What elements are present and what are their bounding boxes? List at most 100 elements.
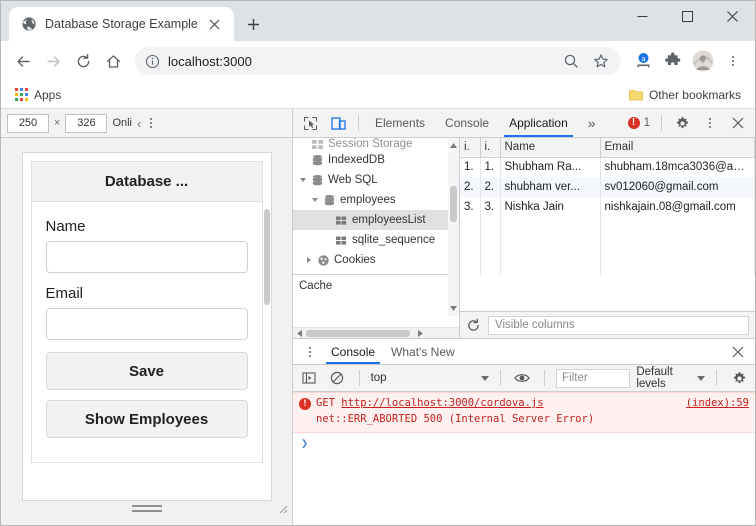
expander-open-icon[interactable]	[297, 178, 309, 182]
refresh-icon[interactable]	[466, 318, 481, 333]
device-options-menu[interactable]	[146, 118, 156, 128]
viewport-resize-handle[interactable]	[131, 505, 162, 512]
other-bookmarks-folder[interactable]: Other bookmarks	[623, 86, 747, 104]
column-header-id2[interactable]: i.	[480, 138, 501, 158]
drawer-menu-icon[interactable]	[297, 340, 323, 364]
console-sidebar-icon[interactable]	[298, 366, 320, 390]
tree-label: Cookies	[334, 254, 376, 266]
maximize-button[interactable]	[665, 1, 710, 31]
search-zoom-icon[interactable]	[557, 47, 585, 75]
browser-tab[interactable]: Database Storage Example	[9, 7, 234, 41]
cache-section-header[interactable]: Cache	[293, 275, 459, 297]
apps-shortcut[interactable]: Apps	[9, 86, 67, 104]
window-controls	[620, 1, 755, 41]
tab-close-icon[interactable]	[206, 15, 224, 33]
forward-icon[interactable]	[39, 47, 67, 75]
back-icon[interactable]	[9, 47, 37, 75]
console-prompt[interactable]: ❯	[293, 433, 755, 453]
gear-icon[interactable]	[669, 111, 695, 135]
column-header-name[interactable]: Name	[500, 138, 601, 158]
console-settings-gear-icon[interactable]	[728, 366, 750, 390]
browser-toolbar: localhost:3000 a	[1, 41, 755, 81]
console-messages: ! GET http://localhost:3000/cordova.js (…	[293, 392, 755, 525]
live-expression-eye-icon[interactable]	[511, 366, 533, 390]
table-row[interactable]: 1. 1. Shubham Ra... shubham.18mca3036@ab…	[460, 157, 755, 177]
database-icon	[309, 154, 325, 167]
reload-icon[interactable]	[69, 47, 97, 75]
show-employees-button[interactable]: Show Employees	[45, 400, 248, 438]
execution-context-select[interactable]: top	[371, 372, 489, 384]
save-button[interactable]: Save	[45, 352, 248, 390]
expander-closed-icon[interactable]	[303, 257, 315, 263]
request-url-link[interactable]: http://localhost:3000/cordova.js	[341, 397, 543, 409]
device-toolbar: 250 × 326 Onli ‹	[1, 109, 292, 138]
devtools-more-menu[interactable]	[697, 111, 723, 135]
source-location-link[interactable]: (index):59	[686, 396, 749, 412]
tab-elements[interactable]: Elements	[366, 109, 434, 137]
tab-title: Database Storage Example	[45, 17, 198, 31]
sidebar-horizontal-scrollbar[interactable]	[293, 327, 459, 338]
error-count-badge[interactable]: ! 1	[624, 117, 654, 129]
data-grid-toolbar: Visible columns	[460, 311, 755, 338]
info-circle-icon[interactable]	[145, 54, 160, 69]
scroll-thumb[interactable]	[450, 186, 457, 222]
minimize-button[interactable]	[620, 1, 665, 31]
drawer-tab-whats-new[interactable]: What's New	[383, 339, 463, 364]
name-input[interactable]	[45, 241, 248, 273]
console-error-message[interactable]: ! GET http://localhost:3000/cordova.js (…	[293, 392, 755, 433]
tree-item-session-storage[interactable]: Session Storage	[293, 138, 459, 150]
employees-table: i. i. Name Email 1. 1. Shubham Ra... shu…	[460, 138, 755, 275]
tab-application[interactable]: Application	[500, 109, 577, 137]
device-height-input[interactable]: 326	[65, 113, 108, 133]
drawer-close-icon[interactable]	[725, 340, 751, 364]
email-input[interactable]	[45, 308, 248, 340]
home-icon[interactable]	[99, 47, 127, 75]
storage-data-pane: i. i. Name Email 1. 1. Shubham Ra... shu…	[460, 138, 755, 338]
globe-icon	[21, 16, 37, 32]
close-window-button[interactable]	[710, 1, 755, 31]
tabs-overflow-button[interactable]: »	[579, 109, 605, 137]
address-bar[interactable]: localhost:3000	[135, 47, 621, 75]
table-row[interactable]: 3. 3. Nishka Jain nishkajain.08@gmail.co…	[460, 197, 755, 217]
tree-item-cookies[interactable]: Cookies	[293, 250, 459, 270]
throttling-select[interactable]: Onli	[112, 117, 132, 129]
tree-item-employees[interactable]: employees	[293, 190, 459, 210]
device-toolbar-icon[interactable]	[325, 111, 351, 135]
visible-columns-input[interactable]: Visible columns	[488, 315, 749, 335]
device-stage: Database ... Name Email Save Show Employ…	[1, 138, 292, 525]
chevron-left-icon[interactable]: ‹	[137, 116, 141, 131]
corner-resize-icon[interactable]	[277, 503, 288, 514]
device-emulation-pane: 250 × 326 Onli ‹ Database ... Name Email…	[1, 109, 293, 525]
avatar[interactable]	[689, 47, 717, 75]
devtools-close-icon[interactable]	[725, 111, 751, 135]
column-header-email[interactable]: Email	[600, 138, 755, 158]
device-width-input[interactable]: 250	[7, 113, 49, 133]
scroll-thumb-horizontal[interactable]	[306, 329, 410, 337]
puzzle-icon[interactable]	[659, 47, 687, 75]
tree-item-web-sql[interactable]: Web SQL	[293, 170, 459, 190]
new-tab-button[interactable]	[240, 10, 268, 38]
tree-item-employeeslist[interactable]: employeesList	[293, 210, 459, 230]
tree-item-sqlite-sequence[interactable]: sqlite_sequence	[293, 230, 459, 250]
expander-open-icon[interactable]	[309, 198, 321, 202]
console-filter-input[interactable]: Filter	[556, 368, 631, 388]
console-toolbar-divider	[358, 370, 360, 386]
tab-console[interactable]: Console	[436, 109, 498, 137]
tree-item-indexeddb[interactable]: IndexedDB	[293, 150, 459, 170]
inspect-cursor-icon[interactable]	[297, 111, 323, 135]
page-scrollbar[interactable]	[263, 209, 270, 305]
log-levels-select[interactable]: Default levels	[636, 366, 706, 390]
page-viewport[interactable]: Database ... Name Email Save Show Employ…	[21, 152, 272, 501]
table-row[interactable]: 2. 2. shubham ver... sv012060@gmail.com	[460, 177, 755, 197]
column-header-id1[interactable]: i.	[460, 138, 481, 158]
chrome-menu-icon[interactable]	[719, 47, 747, 75]
table-icon	[309, 138, 325, 150]
clear-console-icon[interactable]	[326, 366, 348, 390]
console-toolbar: top Filter Default levels	[293, 365, 755, 392]
translate-extension-icon[interactable]: a	[629, 47, 657, 75]
drawer-tab-console[interactable]: Console	[323, 339, 383, 364]
sidebar-vertical-scrollbar[interactable]	[448, 138, 459, 316]
star-icon[interactable]	[587, 47, 615, 75]
toolbar-divider	[358, 115, 359, 131]
name-label: Name	[45, 218, 86, 235]
